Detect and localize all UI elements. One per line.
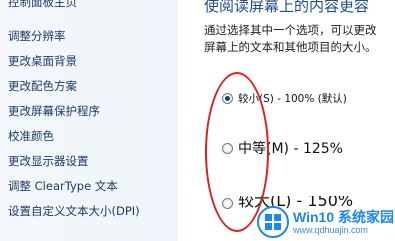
sidebar-item-custom-dpi[interactable]: 设置自定义文本大小(DPI) <box>8 203 140 219</box>
watermark-url: www.qdhuajin.com <box>293 225 369 235</box>
page-title: 使阅读屏幕上的内容更容 <box>204 0 370 15</box>
watermark-brand: Win10 系统家园 <box>293 209 394 225</box>
sidebar-item-display-settings[interactable]: 更改显示器设置 <box>8 153 89 169</box>
sidebar-item-adjust-resolution[interactable]: 调整分辨率 <box>8 28 66 44</box>
sidebar-item-control-panel-home[interactable]: 控制面板主页 <box>8 0 77 10</box>
sidebar: 控制面板主页 调整分辨率 更改桌面背景 更改配色方案 更改屏幕保护程序 校准颜色… <box>0 0 178 241</box>
sidebar-item-cleartype[interactable]: 调整 ClearType 文本 <box>8 178 118 194</box>
sidebar-item-change-color-scheme[interactable]: 更改配色方案 <box>8 78 77 94</box>
page-description: 通过选择其中一个选项，可以更改屏幕上的文本和其他项目的大小。 <box>204 23 377 54</box>
windows-logo-icon <box>257 206 289 238</box>
sidebar-item-change-screensaver[interactable]: 更改屏幕保护程序 <box>8 103 100 119</box>
sidebar-item-change-background[interactable]: 更改桌面背景 <box>8 53 77 69</box>
watermark: Win10 系统家园 www.qdhuajin.com <box>253 203 394 241</box>
sidebar-item-calibrate-color[interactable]: 校准颜色 <box>8 128 54 144</box>
